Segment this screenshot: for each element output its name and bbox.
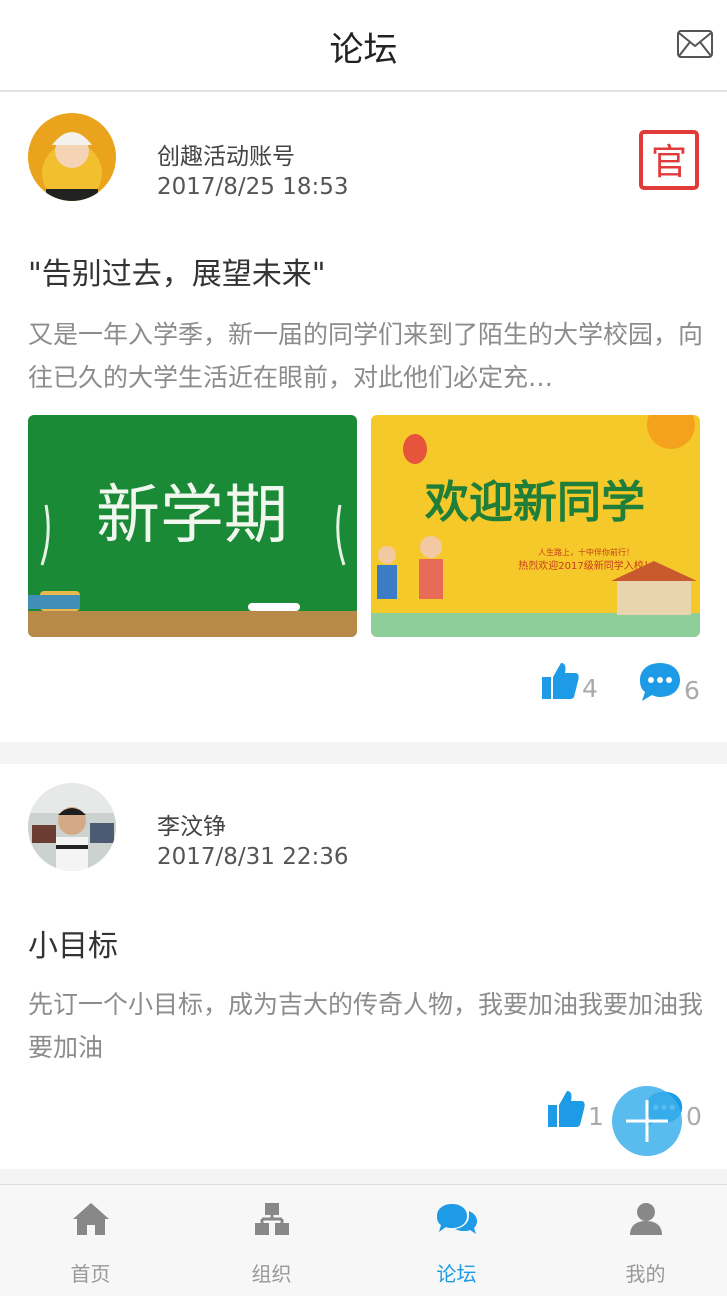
svg-text:官: 官 [651,142,687,183]
svg-text:新学期: 新学期 [96,479,288,553]
official-badge: 官 [639,130,699,190]
svg-text:热烈欢迎2017级新同学入校！: 热烈欢迎2017级新同学入校！ [518,559,653,572]
svg-text:人生路上，十中伴你前行！: 人生路上，十中伴你前行！ [538,547,634,557]
svg-text:欢迎新同学: 欢迎新同学 [424,477,645,528]
tab-profile[interactable]: 我的 [555,1185,727,1296]
avatar[interactable] [28,113,116,201]
tab-organization[interactable]: 组织 [181,1185,362,1296]
post-body[interactable]: 先订一个小目标，成为吉大的传奇人物，我要加油我要加油我要加油 [28,983,703,1069]
like-button[interactable]: 4 [540,661,598,701]
tab-label: 论坛 [436,1262,477,1286]
bottom-tab-bar: 首页 组织 论坛 我的 [0,1184,727,1295]
org-icon [254,1203,289,1235]
author-name[interactable]: 李汶铮 [157,807,226,841]
tab-label: 我的 [625,1262,666,1286]
like-count: 4 [582,674,598,703]
post-body[interactable]: 又是一年入学季，新一届的同学们来到了陌生的大学校园，向往已久的大学生活近在眼前，… [28,313,703,399]
tab-label: 组织 [251,1262,292,1286]
new-post-button[interactable] [612,1086,682,1156]
post-time: 2017/8/31 22:36 [157,844,349,870]
like-count: 1 [588,1102,604,1131]
like-button[interactable]: 1 [546,1089,604,1129]
home-icon [72,1203,109,1235]
post-image[interactable]: 欢迎新同学 人生路上，十中伴你前行！ 热烈欢迎2017级新同学入校！ [371,415,700,637]
top-bar: 论坛 [0,0,727,92]
page-title: 论坛 [329,30,398,70]
post-card[interactable]: 创趣活动账号 2017/8/25 18:53 官 "告别过去，展望未来" 又是一… [0,92,727,742]
thumbs-up-icon [548,1091,585,1127]
post-time: 2017/8/25 18:53 [157,174,349,200]
plus-icon [626,1100,668,1142]
post-image[interactable]: 新学期 [28,415,357,637]
post-title[interactable]: "告别过去，展望未来" [28,249,326,293]
thumbs-up-icon [542,663,579,699]
tab-home[interactable]: 首页 [0,1185,181,1296]
forum-icon [436,1204,477,1234]
author-name[interactable]: 创趣活动账号 [157,137,295,171]
mail-icon[interactable] [677,30,713,60]
comment-count: 6 [684,676,700,705]
post-title[interactable]: 小目标 [28,921,118,965]
tab-label: 首页 [70,1262,111,1286]
avatar[interactable] [28,783,116,871]
user-icon [629,1203,662,1235]
comment-count: 0 [686,1102,702,1131]
comment-icon [640,663,680,701]
tab-forum[interactable]: 论坛 [366,1185,547,1296]
comment-button[interactable]: 6 [638,661,700,703]
